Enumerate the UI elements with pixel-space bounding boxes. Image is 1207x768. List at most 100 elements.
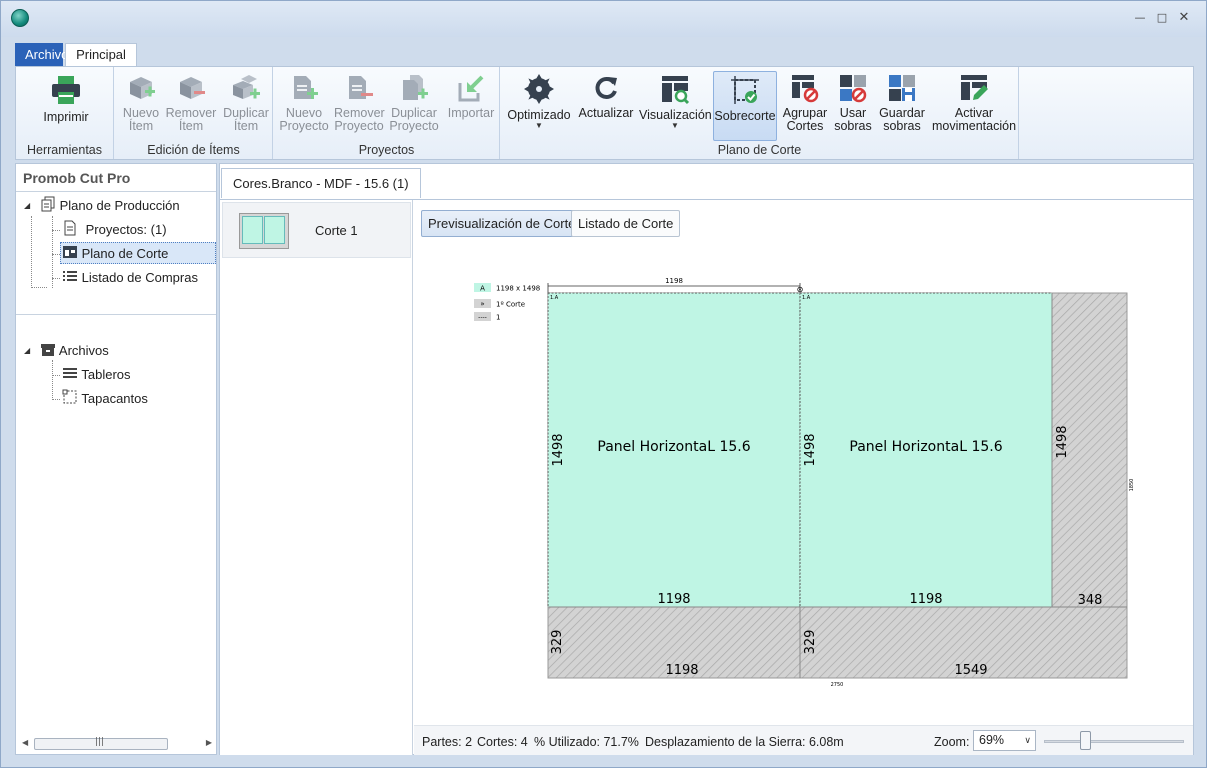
zoom-slider-thumb[interactable] xyxy=(1080,731,1091,750)
legend-cut-value: 1º Corte xyxy=(496,301,525,309)
tree-plano-produccion-label: Plano de Producción xyxy=(59,198,180,213)
board-width-label: 2750 xyxy=(831,682,844,688)
horizontal-scrollbar[interactable]: ◀ ||| ▶ xyxy=(20,736,214,752)
agrupar-cortes-button[interactable]: Agrupar Cortes xyxy=(781,73,829,133)
group-label-proyectos: Proyectos xyxy=(358,143,415,157)
app-logo-icon xyxy=(11,9,29,27)
remover-proyecto-button[interactable]: Remover Proyecto xyxy=(334,73,385,133)
list-icon xyxy=(62,268,78,283)
optimizado-button[interactable]: Optimizado ▼ xyxy=(505,73,573,130)
tree-listado-compras[interactable]: Listado de Compras xyxy=(62,267,198,289)
new-item-icon xyxy=(130,77,155,99)
tab-cores-branco[interactable]: Cores.Branco - MDF - 15.6 (1) xyxy=(221,168,421,198)
tree-tableros[interactable]: Tableros xyxy=(62,364,131,386)
thumbnail-piece xyxy=(242,216,263,244)
status-bar: Partes: 2 Cortes: 4 % Utilizado: 71.7% D… xyxy=(414,725,1193,755)
zoom-value: 69% xyxy=(979,733,1005,747)
legend-piece-value: 1198 x 1498 xyxy=(496,285,540,293)
tree-plano-corte[interactable]: Plano de Corte xyxy=(60,242,216,264)
status-desplazamiento: Desplazamiento de la Sierra: 6.08m xyxy=(645,735,844,749)
top-dimension-label: 1198 xyxy=(665,277,683,285)
edge-band-icon xyxy=(62,389,78,404)
tree-line xyxy=(52,278,60,279)
main-panel: Cores.Branco - MDF - 15.6 (1) Corte 1 Pr… xyxy=(219,163,1194,755)
tree-archivos[interactable]: Archivos xyxy=(40,340,109,362)
tree-line xyxy=(52,230,60,231)
cut-label: Corte 1 xyxy=(315,223,358,238)
visualization-icon xyxy=(662,76,690,105)
chevron-down-icon: ∨ xyxy=(1024,735,1031,745)
sobrecorte-icon xyxy=(731,76,759,104)
tree-plano-produccion[interactable]: Plano de Producción xyxy=(40,195,180,217)
zoom-select[interactable]: 69% ∨ xyxy=(973,730,1036,751)
tree-line xyxy=(31,216,32,288)
document-icon xyxy=(62,220,78,236)
nuevo-proyecto-button[interactable]: Nuevo Proyecto xyxy=(278,73,330,133)
boards-icon xyxy=(62,365,78,380)
minimize-icon[interactable]: — xyxy=(1133,12,1147,24)
scroll-right-icon[interactable]: ▶ xyxy=(206,738,212,747)
usar-sobras-button[interactable]: Usar sobras xyxy=(833,73,873,133)
grip-icon: ||| xyxy=(95,737,105,747)
guardar-sobras-button[interactable]: Guardar sobras xyxy=(877,73,927,133)
close-icon[interactable]: ✕ xyxy=(1177,11,1191,24)
visualizacion-button[interactable]: Visualización ▼ xyxy=(639,73,712,130)
duplicar-proyecto-button[interactable]: Duplicar Proyecto xyxy=(388,73,440,133)
sobrecorte-button[interactable]: Sobrecorte xyxy=(713,71,777,141)
tree-tableros-label: Tableros xyxy=(81,367,131,382)
piece-name: Panel HorizontaL 15.6 xyxy=(849,439,1002,455)
guardar-sobras-label: Guardar sobras xyxy=(879,106,925,133)
remover-item-button[interactable]: Remover Ítem xyxy=(165,73,217,133)
remover-item-label: Remover Ítem xyxy=(165,106,217,133)
legend-cut-key: » xyxy=(480,300,484,308)
remove-project-icon xyxy=(349,76,373,99)
sobrecorte-label: Sobrecorte xyxy=(714,109,776,123)
importar-button[interactable]: Importar xyxy=(444,73,498,120)
tree-tapacantos[interactable]: Tapacantos xyxy=(62,388,148,410)
scrap-width: 348 xyxy=(1078,593,1103,608)
collapse-icon[interactable]: ◢ xyxy=(24,346,30,355)
documents-icon xyxy=(40,196,56,212)
status-partes: Partes: 2 xyxy=(422,735,473,749)
tab-archivo[interactable]: Archivo xyxy=(15,43,68,67)
piece-tag: 1.A xyxy=(802,295,811,301)
duplicate-project-icon xyxy=(403,75,428,100)
chevron-down-icon: ▼ xyxy=(671,121,679,130)
importar-label: Importar xyxy=(447,106,495,120)
actualizar-button[interactable]: Actualizar xyxy=(577,73,635,120)
scroll-left-icon[interactable]: ◀ xyxy=(22,738,28,747)
zoom-slider-track[interactable] xyxy=(1044,740,1184,743)
maximize-icon[interactable]: □ xyxy=(1155,12,1169,24)
activar-movimentacion-button[interactable]: Activar movimentación xyxy=(931,73,1017,133)
imprimir-label: Imprimir xyxy=(43,110,89,124)
board-height-label: 1850 xyxy=(1129,479,1135,492)
imprimir-button[interactable]: Imprimir xyxy=(36,73,96,124)
piece-width: 1198 xyxy=(909,592,942,607)
cut-thumbnail xyxy=(239,213,289,249)
group-plano-corte: Optimizado ▼ Actualizar Visualización ▼ xyxy=(501,67,1019,159)
duplicar-item-label: Duplicar Ítem xyxy=(223,106,269,133)
actualizar-label: Actualizar xyxy=(578,106,634,120)
tree-proyectos[interactable]: Proyectos: (1) xyxy=(62,219,167,241)
agrupar-cortes-label: Agrupar Cortes xyxy=(782,106,828,133)
group-label-edicion: Edición de Ítems xyxy=(147,143,240,157)
title-bar: — □ ✕ xyxy=(1,1,1206,37)
zoom-label: Zoom: xyxy=(934,735,970,749)
group-label-herramientas: Herramientas xyxy=(26,143,103,157)
group-edicion: Nuevo Ítem Remover Ítem Duplicar Ítem Ed… xyxy=(115,67,273,159)
scroll-thumb[interactable]: ||| xyxy=(34,737,168,750)
collapse-icon[interactable]: ◢ xyxy=(24,201,30,210)
tree-tapacantos-label: Tapacantos xyxy=(81,391,148,406)
nuevo-item-button[interactable]: Nuevo Ítem xyxy=(121,73,161,133)
thumbnail-piece xyxy=(264,216,285,244)
tree-archivos-label: Archivos xyxy=(58,343,109,358)
legend-line-value: 1 xyxy=(496,314,500,322)
edit-layout-icon xyxy=(961,75,988,100)
tree-line xyxy=(52,399,60,400)
list-item[interactable]: Corte 1 xyxy=(222,202,411,258)
refresh-icon xyxy=(595,77,617,99)
tab-principal[interactable]: Principal xyxy=(65,43,137,67)
duplicar-item-button[interactable]: Duplicar Ítem xyxy=(221,73,271,133)
scrap-width: 1198 xyxy=(665,663,698,678)
use-scraps-icon xyxy=(840,75,867,103)
